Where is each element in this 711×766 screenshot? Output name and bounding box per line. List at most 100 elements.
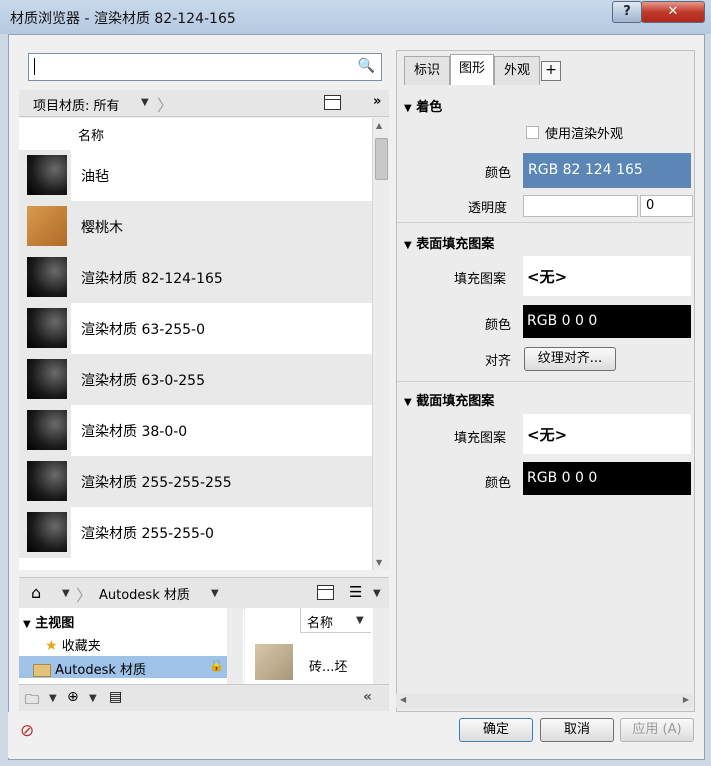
apply-button[interactable]: 应用 (A) xyxy=(620,718,694,742)
tree-node-label: Autodesk 材质 xyxy=(55,663,147,678)
window-title: 材质浏览器 - 渲染材质 82-124-165 xyxy=(10,11,236,27)
panel-toggle-icon[interactable] xyxy=(317,585,334,600)
expand-triangle-icon[interactable]: ▼ xyxy=(23,619,31,630)
grid-scrollbar[interactable] xyxy=(373,608,389,684)
add-material-icon[interactable]: ⊕ xyxy=(67,689,79,705)
tab-graphics[interactable]: 图形 xyxy=(450,54,494,85)
tab-appearance[interactable]: 外观 xyxy=(494,56,540,85)
chevron-down-icon[interactable]: ▼ xyxy=(141,97,149,108)
scroll-left-icon[interactable]: ◀ xyxy=(400,695,406,704)
chevron-down-icon[interactable]: ▼ xyxy=(62,588,70,599)
collapse-triangle-icon[interactable]: ▼ xyxy=(404,103,412,114)
material-thumbnail[interactable] xyxy=(255,644,293,680)
material-list: 油毡 樱桃木 渲染材质 82-124-165 渲染材质 63-255-0 渲染材… xyxy=(19,150,372,570)
tree-node-favorites[interactable]: ★ 收藏夹 xyxy=(45,635,101,654)
properties-hscrollbar[interactable]: ◀ ▶ xyxy=(396,694,693,708)
shading-color-swatch[interactable]: RGB 82 124 165 xyxy=(523,153,691,188)
filter-dropdown[interactable]: 项目材质: 所有 xyxy=(33,95,120,114)
search-input[interactable]: 🔍 xyxy=(28,53,382,81)
list-item[interactable]: 樱桃木 xyxy=(19,201,372,252)
list-item[interactable]: 渲染材质 63-255-0 xyxy=(19,303,372,354)
tab-ident[interactable]: 标识 xyxy=(404,56,450,85)
scroll-up-icon[interactable]: ▲ xyxy=(376,121,382,130)
collapse-triangle-icon[interactable]: ▼ xyxy=(404,397,412,408)
surface-pattern-field[interactable]: <无> xyxy=(523,256,691,296)
list-item[interactable]: 渲染材质 38-0-0 xyxy=(19,405,372,456)
collapse-triangle-icon[interactable]: ▼ xyxy=(404,240,412,251)
cancel-button[interactable]: 取消 xyxy=(540,718,614,742)
no-render-icon[interactable]: ⊘ xyxy=(20,721,34,741)
material-name: 渲染材质 82-124-165 xyxy=(81,271,223,287)
chevron-down-icon[interactable]: ▼ xyxy=(373,588,381,599)
list-scrollbar[interactable]: ▲ ▼ xyxy=(372,118,389,570)
library-bar: ⌂ ▼ 〉 Autodesk 材质 ▼ ☰ ▼ xyxy=(19,577,389,609)
search-icon[interactable]: 🔍 xyxy=(358,58,375,74)
asset-browser-icon[interactable]: ▤ xyxy=(109,689,122,705)
section-cut-pattern[interactable]: ▼ 截面填充图案 xyxy=(404,390,494,409)
use-render-appearance-checkbox[interactable] xyxy=(526,126,539,139)
cut-pattern-value: <无> xyxy=(527,426,568,444)
breadcrumb-separator-icon: 〉 xyxy=(157,96,174,115)
tree-node-autodesk[interactable]: Autodesk 材质 xyxy=(33,659,146,678)
lock-icon: 🔒 xyxy=(209,658,224,672)
cut-pattern-field[interactable]: <无> xyxy=(523,414,691,454)
help-button[interactable]: ? xyxy=(612,1,642,23)
list-item[interactable]: 渲染材质 63-0-255 xyxy=(19,354,372,405)
tree-scrollbar[interactable] xyxy=(227,608,243,684)
cut-color-value: RGB 0 0 0 xyxy=(527,470,598,486)
transparency-input[interactable]: 0 xyxy=(640,195,693,217)
expand-panel-icon[interactable]: » xyxy=(373,94,381,109)
cut-color-swatch[interactable]: RGB 0 0 0 xyxy=(523,462,691,495)
library-item-label[interactable]: 砖...坯 xyxy=(309,656,347,675)
scrollbar-thumb[interactable] xyxy=(375,138,388,180)
list-header: 名称 xyxy=(19,118,372,151)
section-shading[interactable]: ▼ 着色 xyxy=(404,96,442,115)
cut-color-label: 颜色 xyxy=(485,476,512,491)
material-name: 渲染材质 255-255-255 xyxy=(81,475,232,491)
section-title: 着色 xyxy=(416,100,443,115)
column-name-header[interactable]: 名称 xyxy=(78,125,104,144)
home-icon[interactable]: ⌂ xyxy=(31,583,41,602)
collapse-panel-icon[interactable]: « xyxy=(363,689,372,705)
list-item[interactable]: 渲染材质 255-255-255 xyxy=(19,456,372,507)
scroll-right-icon[interactable]: ▶ xyxy=(683,695,689,704)
material-thumbnail xyxy=(27,461,67,501)
shading-color-value: RGB 82 124 165 xyxy=(528,162,643,178)
material-name: 樱桃木 xyxy=(81,220,123,236)
text-caret xyxy=(34,58,35,75)
section-surface-pattern[interactable]: ▼ 表面填充图案 xyxy=(404,233,494,252)
divider xyxy=(397,381,692,382)
scroll-down-icon[interactable]: ▼ xyxy=(376,558,382,567)
tree-node-label: 收藏夹 xyxy=(61,639,101,654)
library-breadcrumb[interactable]: Autodesk 材质 xyxy=(99,584,190,603)
tree-node-label: 主视图 xyxy=(35,616,75,631)
material-thumbnail xyxy=(27,410,67,450)
texture-align-button[interactable]: 纹理对齐... xyxy=(524,347,616,371)
list-item[interactable]: 渲染材质 82-124-165 xyxy=(19,252,372,303)
grid-header[interactable]: 名称 ▼ xyxy=(300,608,371,633)
section-title: 表面填充图案 xyxy=(416,237,495,252)
grid-header-label: 名称 xyxy=(307,616,334,631)
chevron-down-icon[interactable]: ▼ xyxy=(356,615,364,626)
add-tab-button[interactable]: + xyxy=(541,61,561,81)
material-thumbnail xyxy=(27,257,67,297)
ok-button[interactable]: 确定 xyxy=(459,718,533,742)
material-thumbnail xyxy=(27,206,67,246)
transparency-slider[interactable] xyxy=(523,195,638,217)
close-button[interactable]: ✕ xyxy=(641,1,705,23)
surface-color-swatch[interactable]: RGB 0 0 0 xyxy=(523,305,691,338)
panel-toggle-icon[interactable] xyxy=(324,95,341,110)
list-item[interactable]: 油毡 xyxy=(19,150,372,201)
list-item[interactable]: 渲染材质 255-255-0 xyxy=(19,507,372,558)
title-bar: 材质浏览器 - 渲染材质 82-124-165 ? ✕ xyxy=(0,0,711,34)
tree-node-home[interactable]: ▼ 主视图 xyxy=(23,612,74,631)
chevron-down-icon[interactable]: ▼ xyxy=(49,693,57,704)
chevron-down-icon[interactable]: ▼ xyxy=(211,588,219,599)
section-title: 截面填充图案 xyxy=(416,394,495,409)
material-thumbnail xyxy=(27,359,67,399)
chevron-down-icon[interactable]: ▼ xyxy=(89,693,97,704)
surface-align-label: 对齐 xyxy=(485,354,512,369)
library-folder-icon[interactable]: 🗀 xyxy=(25,689,39,713)
shading-color-label: 颜色 xyxy=(485,166,512,181)
list-view-icon[interactable]: ☰ xyxy=(349,583,362,601)
